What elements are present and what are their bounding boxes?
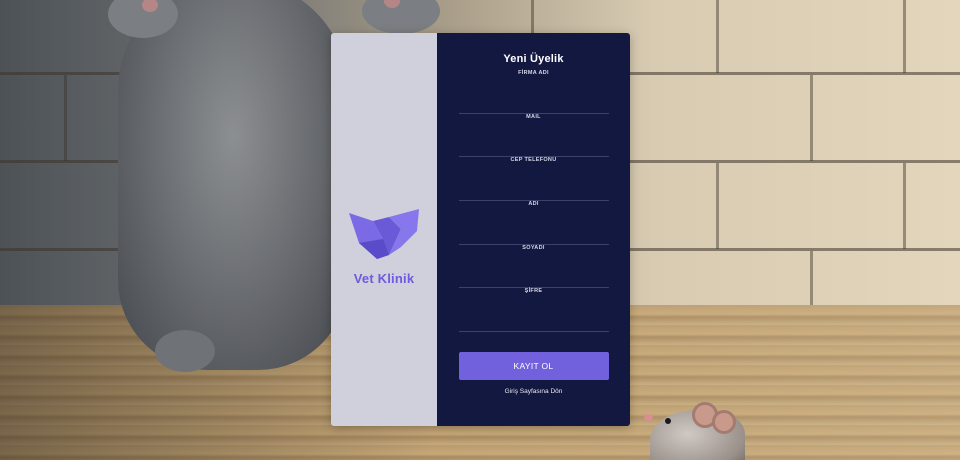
field-label: CEP TELEFONU — [510, 157, 557, 164]
back-to-login-link[interactable]: Giriş Sayfasına Dön — [505, 388, 563, 395]
registration-form: Yeni Üyelik FİRMA ADI MAIL CEP TELEFONU … — [437, 33, 630, 426]
wall-tile-seam — [810, 75, 813, 161]
registration-card: Vet Klinik Yeni Üyelik FİRMA ADI MAIL CE… — [331, 33, 630, 426]
register-button[interactable]: KAYIT OL — [458, 352, 609, 381]
form-title: Yeni Üyelik — [503, 53, 564, 65]
form-fields: FİRMA ADI MAIL CEP TELEFONU ADI SOYADI Ş… — [458, 70, 609, 333]
wall-tile-seam — [903, 163, 906, 249]
wall-tile-seam — [810, 251, 813, 307]
brand-name: Vet Klinik — [353, 271, 415, 286]
mobile-phone-input[interactable] — [458, 169, 609, 190]
cat-paw-pad — [384, 0, 400, 8]
field-label: MAIL — [526, 113, 541, 120]
wall-tile-seam — [64, 75, 67, 161]
field-label: ŞİFRE — [524, 288, 543, 295]
first-name-input[interactable] — [458, 213, 609, 234]
cat-image — [118, 0, 348, 370]
password-input[interactable] — [458, 300, 609, 321]
field-label: SOYADI — [522, 244, 545, 251]
v-logo-icon — [349, 209, 419, 259]
cat-paw-pad — [142, 0, 158, 12]
field-label: FİRMA ADI — [518, 70, 549, 76]
mouse-nose — [644, 414, 653, 421]
company-name-input[interactable] — [458, 82, 609, 102]
wall-tile-seam — [903, 0, 906, 73]
mouse-eye — [665, 418, 671, 424]
brand-panel: Vet Klinik — [331, 33, 437, 426]
field-mobile-phone: CEP TELEFONU — [458, 157, 609, 202]
field-company-name: FİRMA ADI — [458, 70, 609, 114]
mouse-ear — [712, 410, 736, 434]
wall-tile-seam — [716, 163, 719, 249]
field-password: ŞİFRE — [458, 288, 609, 333]
wall-tile-seam — [716, 0, 719, 73]
last-name-input[interactable] — [458, 256, 609, 277]
cat-foot — [155, 330, 215, 372]
field-label: ADI — [528, 201, 539, 208]
field-last-name: SOYADI — [458, 244, 609, 289]
mail-input[interactable] — [458, 125, 609, 146]
field-first-name: ADI — [458, 201, 609, 245]
field-mail: MAIL — [458, 113, 609, 158]
